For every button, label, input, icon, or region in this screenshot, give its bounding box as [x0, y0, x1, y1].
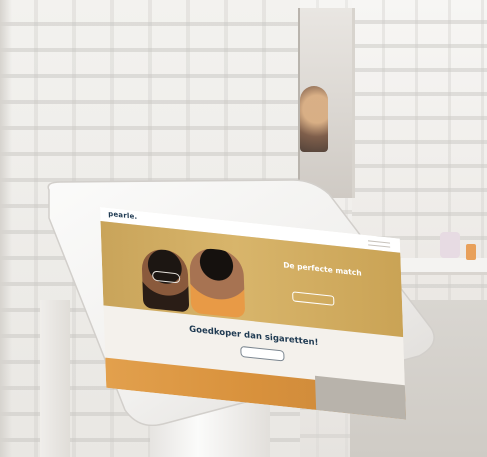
hero-button[interactable]: [292, 291, 335, 306]
shelf-product: [440, 232, 460, 258]
website-page: pearle. De perfecte match Goedkoper dan …: [100, 207, 407, 420]
kiosk-screen[interactable]: pearle. De perfecte match Goedkoper dan …: [100, 207, 407, 420]
hero-title: De perfecte match: [283, 260, 362, 278]
brand-logo[interactable]: pearle.: [108, 210, 137, 221]
wall-shadow: [0, 0, 12, 457]
shelf-product: [466, 244, 476, 260]
model-photo-right: [188, 246, 246, 319]
menu-icon[interactable]: [368, 240, 391, 248]
mirror-reflection: [300, 86, 328, 152]
promo-button[interactable]: [240, 345, 285, 362]
